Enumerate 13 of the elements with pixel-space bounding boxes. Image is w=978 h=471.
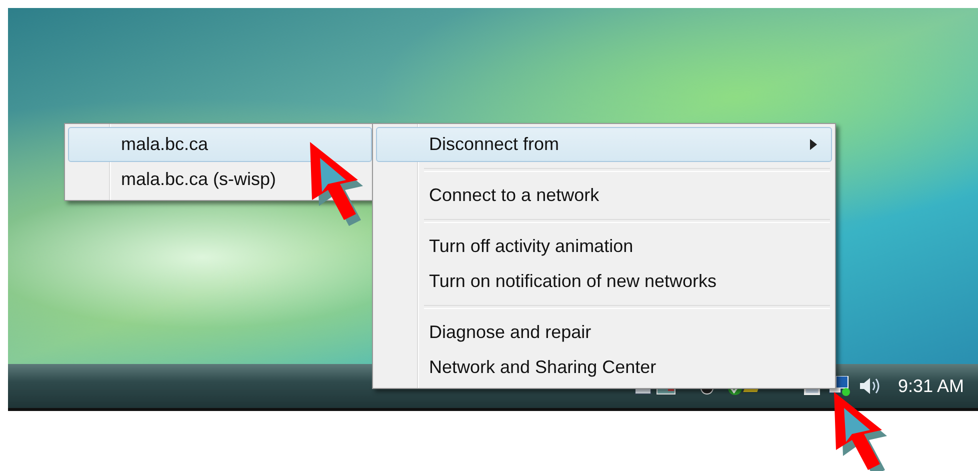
menu-item[interactable]: mala.bc.ca (s-wisp): [68, 162, 372, 197]
menu-item[interactable]: Disconnect from: [376, 127, 832, 162]
pointer-arrow-icon: [308, 140, 364, 226]
menu-item[interactable]: Turn off activity animation: [376, 229, 832, 264]
menu-item[interactable]: Connect to a network: [376, 178, 832, 213]
menu-item[interactable]: Diagnose and repair: [376, 315, 832, 350]
clock-time: 9:31 AM: [898, 376, 964, 396]
submenu-arrow-icon: [810, 139, 817, 150]
menu-item[interactable]: mala.bc.ca: [68, 127, 372, 162]
speaker-icon: [858, 375, 880, 397]
menu-item[interactable]: Turn on notification of new networks: [376, 264, 832, 299]
pointer-arrow-icon: [832, 390, 888, 471]
menu-item[interactable]: Network and Sharing Center: [376, 350, 832, 385]
